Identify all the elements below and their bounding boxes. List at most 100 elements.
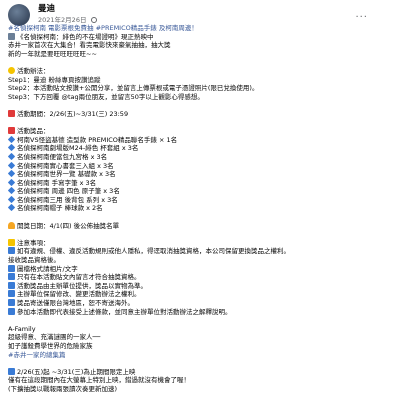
post-line: 赤井一家首次在大集合！看完電影快來豪氣抽抽，抽大獎: [8, 41, 392, 50]
point-icon: [8, 307, 15, 315]
hashtag-link[interactable]: #赤井一家的總集篇: [8, 351, 65, 359]
post-line-text: 活動獎品：: [17, 127, 50, 136]
post-line: 新的一年就是要旺旺旺旺旺~~: [8, 50, 392, 59]
gift-icon: [8, 127, 15, 135]
post-line: 名偵探柯南三用 後背包 系列 x 3名: [8, 195, 392, 205]
post-line: [8, 213, 392, 222]
post-line-text: Step1：曼迪 粉絲專頁按讚追蹤: [8, 75, 101, 84]
post-line: A-Family: [8, 325, 392, 334]
post-line: 圖檔格式請相片/文字: [8, 264, 392, 274]
post-line-text: Step3：下方回覆 @tag兩位朋友，並留言50字以上觀影心得感想。: [8, 92, 204, 101]
point-icon: [8, 247, 15, 255]
post-line-text: A-Family: [8, 324, 36, 333]
diamond-icon: [8, 170, 16, 178]
post-line: 柯南VS怪盜基德 造型款 PREMICO精品聯名手錶 × 1名: [8, 135, 392, 145]
post-body: #名偵探柯南 電影票根免費抽 #PREMICO精品手錶 及柯南周邊！ 《名偵探柯南…: [8, 24, 392, 394]
post-line: 2/26(五)起 ~3/31(三)為止期間限定上映: [8, 367, 392, 377]
more-options-icon[interactable]: ···: [355, 12, 368, 23]
post-line-text: 《名偵探柯南：緋色的不在場證明》現正熱映中: [17, 32, 154, 41]
post-line: Step1：曼迪 粉絲專頁按讚追蹤: [8, 76, 392, 85]
post-line: 主辦單位保留修改、變更活動辦法之權利。: [8, 290, 392, 299]
point-icon: [8, 299, 15, 306]
post-line: 名偵探柯南 手寫字筆 x 3名: [8, 178, 392, 188]
post-line: [8, 230, 392, 239]
avatar[interactable]: [8, 4, 30, 26]
camera-icon: [8, 32, 15, 40]
post-line: Step3：下方回覆 @tag兩位朋友，並留言50字以上觀影心得感想。: [8, 93, 392, 102]
diamond-icon: [8, 152, 16, 161]
post-line: 如子護殺費學世界的危險家族: [8, 342, 392, 351]
post-line: (下擴抽獎以戰報兩張讀次奏更新加速): [8, 385, 392, 394]
post-line: 活動期間：2/26(五)~3/31(三) 23:59: [8, 109, 392, 119]
post-line-text: 僅有在這段期間內在大螢幕上特別上映，錯過就沒有機會了喔！: [8, 376, 190, 385]
post-line: 名偵探柯南實心書套三入組 x 3名: [8, 161, 392, 171]
diamond-icon: [8, 195, 16, 204]
point-icon: [8, 367, 15, 375]
post-line: 接收獎品資格後。: [8, 256, 392, 265]
post-line: 名偵探柯南劇場版M24-緋色 杯套組 x 3名: [8, 144, 392, 153]
hashtag-link[interactable]: #名偵探柯南 電影票根免費抽 #PREMICO精品手錶 及柯南周邊！: [8, 24, 198, 32]
post-line: 名偵探柯南 周邊 四色 原子筆 x 3名: [8, 187, 392, 196]
point-icon: [8, 290, 15, 298]
post-line: 注意事項：: [8, 238, 392, 248]
post-line-text: 主辦單位保留修改、變更活動辦法之權利。: [17, 290, 141, 299]
post-line-text: 2/26(五)起 ~3/31(三)為止期間限定上映: [17, 367, 136, 376]
post-line: 如有違規、侵權、違反活動規則或他人隱私，得逕取消抽獎資格，本公司保留更換獎品之權…: [8, 247, 392, 256]
post-line-text: 圖檔格式請相片/文字: [17, 264, 78, 273]
post-line-text: 名偵探柯南便當包九宮格 x 3名: [17, 152, 108, 161]
diamond-icon: [8, 187, 16, 195]
post-line: [8, 101, 392, 110]
post-line-text: 名偵探柯南三用 後背包 系列 x 3名: [17, 195, 118, 204]
author-name[interactable]: 曼迪: [38, 4, 55, 15]
post-line: 《名偵探柯南：緋色的不在場證明》現正熱映中: [8, 32, 392, 42]
post-line: 名偵探柯南便當包九宮格 x 3名: [8, 152, 392, 162]
post-line-text: 如子護殺費學世界的危險家族: [8, 341, 93, 350]
post-line-text: 只有在本活動貼文內留言才符合抽獎資格。: [17, 273, 141, 282]
post-timestamp[interactable]: 2021年2月26日: [38, 16, 86, 24]
post-line-text: Step2：本活動貼文按讚+公開分享，並留言上傳票根或電子憑證照片(限已兌換使用…: [8, 84, 259, 93]
post-line: 超級得意、充滿謎團的一家人──: [8, 333, 392, 342]
post-line: 開獎日期：4/1(四) 後公佈抽獎名單: [8, 221, 392, 231]
post-line: 名偵探柯南帽子 棒球款 x 2名: [8, 204, 392, 213]
post-line: 參加本活動即代表接受上述條款，並同意主辦單位對活動辦法之解釋說明。: [8, 307, 392, 317]
post-line: Step2：本活動貼文按讚+公開分享，並留言上傳票根或電子憑證照片(限已兌換使用…: [8, 84, 392, 93]
post-line-text: 如有違規、侵權、違反活動規則或他人隱私，得逕取消抽獎資格，本公司保留更換獎品之權…: [17, 247, 290, 256]
diamond-icon: [8, 135, 16, 143]
bulb-icon: [8, 66, 15, 74]
post-line: 活動獎品：: [8, 127, 392, 136]
post-line-text: 名偵探柯南實心書套三入組 x 3名: [17, 161, 114, 170]
post-line-text: 活動期間：2/26(五)~3/31(三) 23:59: [17, 109, 129, 118]
diamond-icon: [8, 144, 16, 152]
post-line-text: (下擴抽獎以戰報兩張讀次奏更新加速): [8, 384, 118, 393]
post-line-text: 活動獎品由主辦單位提供，獎品以實物為準。: [17, 281, 147, 290]
point-icon: [8, 273, 15, 281]
post-line: 活動獎品由主辦單位提供，獎品以實物為準。: [8, 281, 392, 291]
post-line: [8, 119, 392, 128]
post-line: 只有在本活動貼文內留言才符合抽獎資格。: [8, 273, 392, 282]
point-icon: [8, 281, 15, 289]
post-line-text: 名偵探柯南 周邊 四色 原子筆 x 3名: [17, 187, 120, 196]
post-line-text: 參加本活動即代表接受上述條款，並同意主辦單位對活動辦法之解釋說明。: [17, 307, 232, 316]
facebook-post: 曼迪 2021年2月26日 ··· #名偵探柯南 電影票根免費抽 #PREMIC…: [0, 0, 400, 400]
post-line-text: 接收獎品資格後。: [8, 256, 60, 265]
diamond-icon: [8, 178, 16, 186]
post-line: 僅有在這段期間內在大螢幕上特別上映，錯過就沒有機會了喔！: [8, 376, 392, 385]
post-line-text: 赤井一家首次在大集合！看完電影快來豪氣抽抽，抽大獎: [8, 41, 171, 50]
bell-icon: [8, 221, 15, 229]
post-line: #赤井一家的總集篇: [8, 351, 392, 360]
post-line-text: 超級得意、充滿謎團的一家人──: [8, 333, 101, 342]
post-line: 名偵探柯南世界一覽 基礎款 x 3名: [8, 170, 392, 179]
diamond-icon: [8, 204, 16, 212]
post-line-text: 注意事項：: [17, 238, 50, 247]
post-line-text: 新的一年就是要旺旺旺旺旺~~: [8, 49, 97, 58]
post-line-text: 柯南VS怪盜基德 造型款 PREMICO精品聯名手錶 × 1名: [17, 135, 178, 144]
post-line-text: 名偵探柯南世界一覽 基礎款 x 3名: [17, 170, 116, 179]
post-line: 活動辦法：: [8, 66, 392, 76]
post-line-text: 獎品寄送僅限台灣地區，恕不寄送海外。: [17, 299, 134, 307]
post-line: [8, 359, 392, 368]
warning-icon: [8, 238, 15, 246]
post-line-text: 活動辦法：: [17, 66, 50, 75]
diamond-icon: [8, 161, 16, 169]
post-line-text: 名偵探柯南 手寫字筆 x 3名: [17, 178, 97, 187]
globe-icon: [90, 17, 97, 23]
